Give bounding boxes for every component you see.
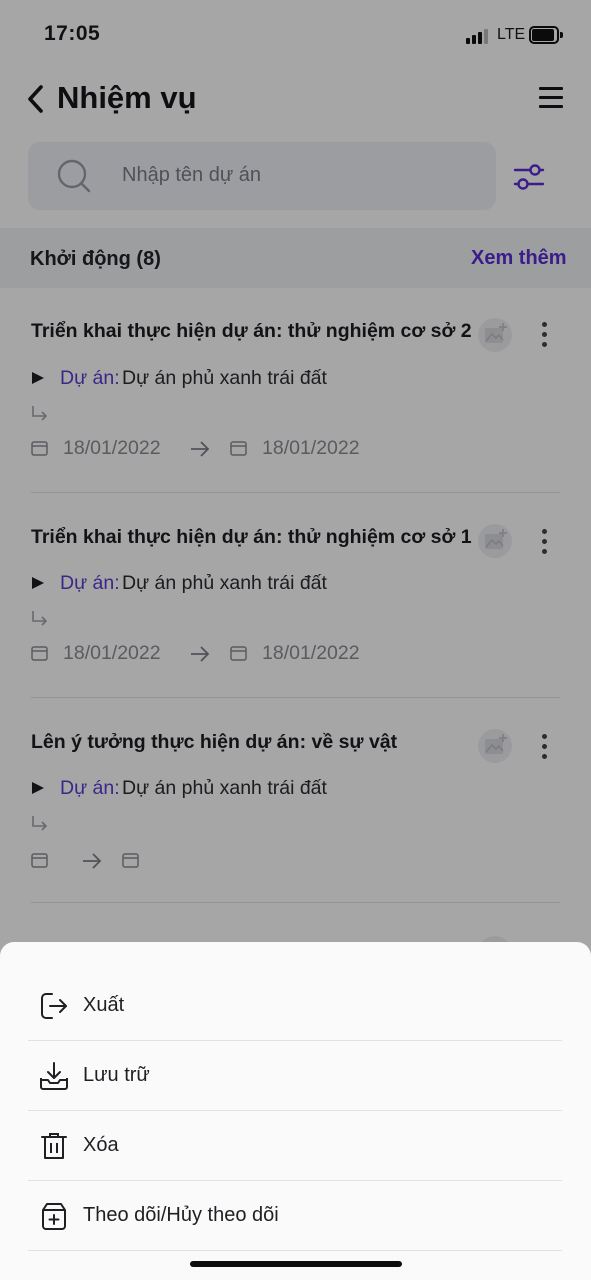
delete-action[interactable]: Xóa [28,1111,562,1181]
follow-label: Theo dõi/Hủy theo dõi [83,1204,279,1226]
export-icon [41,993,67,1019]
home-indicator [190,1261,402,1267]
delete-label: Xóa [83,1134,119,1156]
trash-icon [41,1133,67,1159]
follow-box-icon [42,1203,66,1230]
archive-download-icon [40,1062,68,1090]
archive-label: Lưu trữ [83,1064,150,1086]
export-label: Xuất [83,994,125,1016]
export-action[interactable]: Xuất [28,971,562,1041]
archive-action[interactable]: Lưu trữ [28,1041,562,1111]
action-sheet: Xuất Lưu trữ Xóa Theo dõi/Hủy theo dõi [0,942,591,1280]
follow-action[interactable]: Theo dõi/Hủy theo dõi [28,1181,562,1251]
tasks-screen: 17:05 LTE Nhiệm vụ Nhập tên dự án Khởi đ… [0,0,591,1280]
